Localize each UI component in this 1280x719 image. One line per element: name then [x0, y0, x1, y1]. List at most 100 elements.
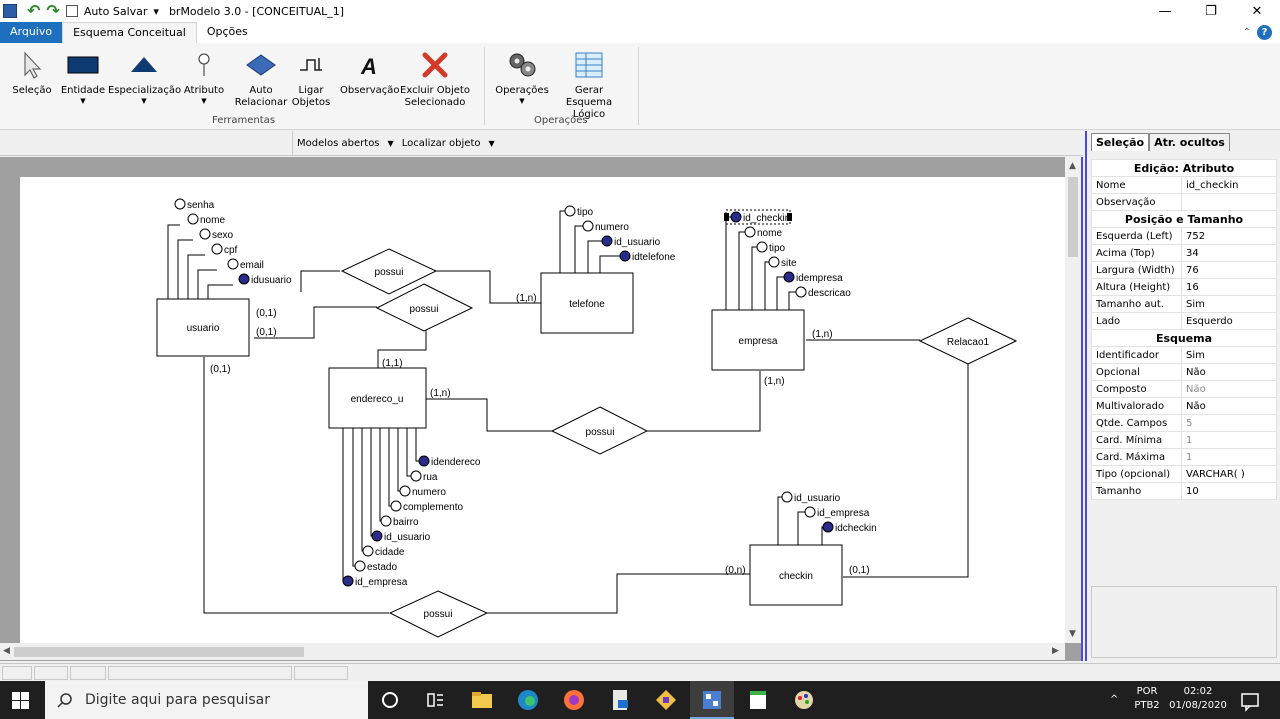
git-app-icon[interactable]: [654, 688, 678, 712]
redo-icon[interactable]: ↷: [46, 3, 59, 19]
ligar-objetos-button[interactable]: Ligar Objetos: [290, 49, 332, 109]
customize-quick-access-icon[interactable]: ▾: [153, 5, 159, 18]
tab-atributos-ocultos[interactable]: Atr. ocultos: [1149, 133, 1230, 151]
close-button[interactable]: ✕: [1234, 0, 1280, 22]
scrollbar-thumb[interactable]: [1068, 177, 1078, 257]
property-row[interactable]: Card. Mínima 1: [1091, 431, 1277, 449]
property-row[interactable]: Qtde. Campos 5: [1091, 414, 1277, 432]
attribute-label[interactable]: idtelefone: [632, 252, 676, 263]
attribute-label[interactable]: email: [240, 260, 264, 271]
property-value[interactable]: 10: [1181, 482, 1277, 500]
taskbar-search-box[interactable]: Digite aqui para pesquisar: [45, 681, 368, 719]
selection-handle[interactable]: [724, 213, 729, 221]
excluir-objeto-button[interactable]: Excluir Objeto Selecionado: [400, 49, 470, 109]
restore-button[interactable]: ❐: [1188, 0, 1234, 22]
collapse-ribbon-icon[interactable]: ⌃: [1243, 27, 1251, 38]
modelos-abertos-dropdown[interactable]: Modelos abertos: [297, 138, 380, 149]
auto-relacionar-button[interactable]: Auto Relacionar: [234, 49, 288, 109]
property-row[interactable]: Opcional Não: [1091, 363, 1277, 381]
horizontal-scrollbar[interactable]: ◀ ▶: [0, 643, 1065, 660]
attribute-label[interactable]: tipo: [769, 243, 786, 254]
tab-esquema-conceitual[interactable]: Esquema Conceitual: [62, 22, 197, 43]
edge-browser-icon[interactable]: [516, 688, 540, 712]
document-app-icon[interactable]: [608, 688, 632, 712]
attribute-label[interactable]: id_usuario: [384, 532, 431, 543]
attribute-label[interactable]: cpf: [224, 245, 238, 256]
cortana-icon[interactable]: [378, 688, 402, 712]
clock[interactable]: 02:02 01/08/2020: [1168, 685, 1228, 713]
vertical-scrollbar[interactable]: ▲ ▼: [1065, 157, 1081, 643]
property-value[interactable]: Não: [1181, 380, 1277, 398]
attribute-label[interactable]: cidade: [375, 547, 405, 558]
windows-start-icon[interactable]: [12, 692, 29, 709]
property-row[interactable]: Esquerda (Left) 752: [1091, 227, 1277, 245]
language-indicator[interactable]: POR PTB2: [1132, 685, 1162, 713]
undo-icon[interactable]: ↶: [27, 3, 40, 19]
property-row[interactable]: Identificador Sim: [1091, 346, 1277, 364]
property-value[interactable]: VARCHAR( ): [1181, 465, 1277, 483]
notification-icon[interactable]: [1238, 689, 1262, 713]
attribute-label[interactable]: id_empresa: [355, 577, 408, 588]
operacoes-button[interactable]: Operações ▼: [494, 49, 550, 105]
attribute-label[interactable]: descricao: [808, 288, 851, 299]
property-value[interactable]: 34: [1181, 244, 1277, 262]
file-explorer-icon[interactable]: [470, 688, 494, 712]
property-value[interactable]: Não: [1181, 397, 1277, 415]
property-value[interactable]: Sim: [1181, 295, 1277, 313]
localizar-objeto-dropdown[interactable]: Localizar objeto: [402, 138, 481, 149]
property-value[interactable]: 5: [1181, 414, 1277, 432]
property-value[interactable]: Não: [1181, 363, 1277, 381]
attribute-label[interactable]: site: [781, 258, 797, 269]
notepad-app-icon[interactable]: [746, 688, 770, 712]
attribute-label[interactable]: id_empresa: [817, 508, 870, 519]
chevron-down-icon[interactable]: ▼: [489, 139, 495, 148]
property-value[interactable]: 752: [1181, 227, 1277, 245]
property-row[interactable]: Tamanho 10: [1091, 482, 1277, 500]
tab-selecao[interactable]: Seleção: [1091, 133, 1150, 151]
property-row[interactable]: Lado Esquerdo: [1091, 312, 1277, 330]
tab-opcoes[interactable]: Opções: [197, 22, 258, 43]
property-value[interactable]: 16: [1181, 278, 1277, 296]
property-value[interactable]: 1: [1181, 431, 1277, 449]
property-value[interactable]: id_checkin: [1181, 176, 1277, 194]
attribute-label[interactable]: numero: [595, 222, 629, 233]
tab-arquivo[interactable]: Arquivo: [0, 22, 63, 43]
attribute-label[interactable]: bairro: [393, 517, 419, 528]
attribute-label[interactable]: nome: [757, 228, 782, 239]
selecao-button[interactable]: Seleção: [8, 49, 56, 97]
scroll-up-icon[interactable]: ▲: [1069, 161, 1076, 171]
property-value[interactable]: Esquerdo: [1181, 312, 1277, 330]
attribute-label[interactable]: estado: [367, 562, 397, 573]
property-row[interactable]: Observação: [1091, 193, 1277, 211]
tray-chevron-up-icon[interactable]: ^: [1110, 693, 1118, 707]
diagram-canvas[interactable]: usuario telefone empresa endereco_u chec…: [20, 177, 1065, 643]
property-row[interactable]: Composto Não: [1091, 380, 1277, 398]
brmodelo-app-icon[interactable]: [700, 688, 724, 712]
attribute-label[interactable]: id_usuario: [794, 493, 841, 504]
paint-app-icon[interactable]: [792, 688, 816, 712]
chevron-down-icon[interactable]: ▼: [388, 139, 394, 148]
property-value[interactable]: [1181, 193, 1277, 211]
attribute-label[interactable]: numero: [412, 487, 446, 498]
property-row[interactable]: Nome id_checkin: [1091, 176, 1277, 194]
property-row[interactable]: Multivalorado Não: [1091, 397, 1277, 415]
minimize-button[interactable]: —: [1142, 0, 1188, 22]
property-value[interactable]: 1: [1181, 448, 1277, 466]
attribute-label[interactable]: sexo: [212, 230, 234, 241]
attribute-label[interactable]: rua: [423, 472, 438, 483]
property-value[interactable]: 76: [1181, 261, 1277, 279]
observacao-button[interactable]: A Observação: [340, 49, 399, 97]
attribute-label-selected[interactable]: id_checkin: [743, 213, 790, 224]
attribute-label[interactable]: idusuario: [251, 275, 292, 286]
property-row[interactable]: Tipo (opcional) VARCHAR( ): [1091, 465, 1277, 483]
property-row[interactable]: Tamanho aut. Sim: [1091, 295, 1277, 313]
attribute-label[interactable]: id_usuario: [614, 237, 661, 248]
scroll-down-icon[interactable]: ▼: [1069, 629, 1076, 639]
task-view-icon[interactable]: [423, 688, 447, 712]
property-row[interactable]: Altura (Height) 16: [1091, 278, 1277, 296]
atributo-button[interactable]: Atributo ▼: [182, 49, 226, 105]
property-row[interactable]: Card. Máxima 1: [1091, 448, 1277, 466]
attribute-label[interactable]: idendereco: [431, 457, 481, 468]
attribute-label[interactable]: complemento: [403, 502, 463, 513]
attribute-label[interactable]: idcheckin: [835, 523, 877, 534]
